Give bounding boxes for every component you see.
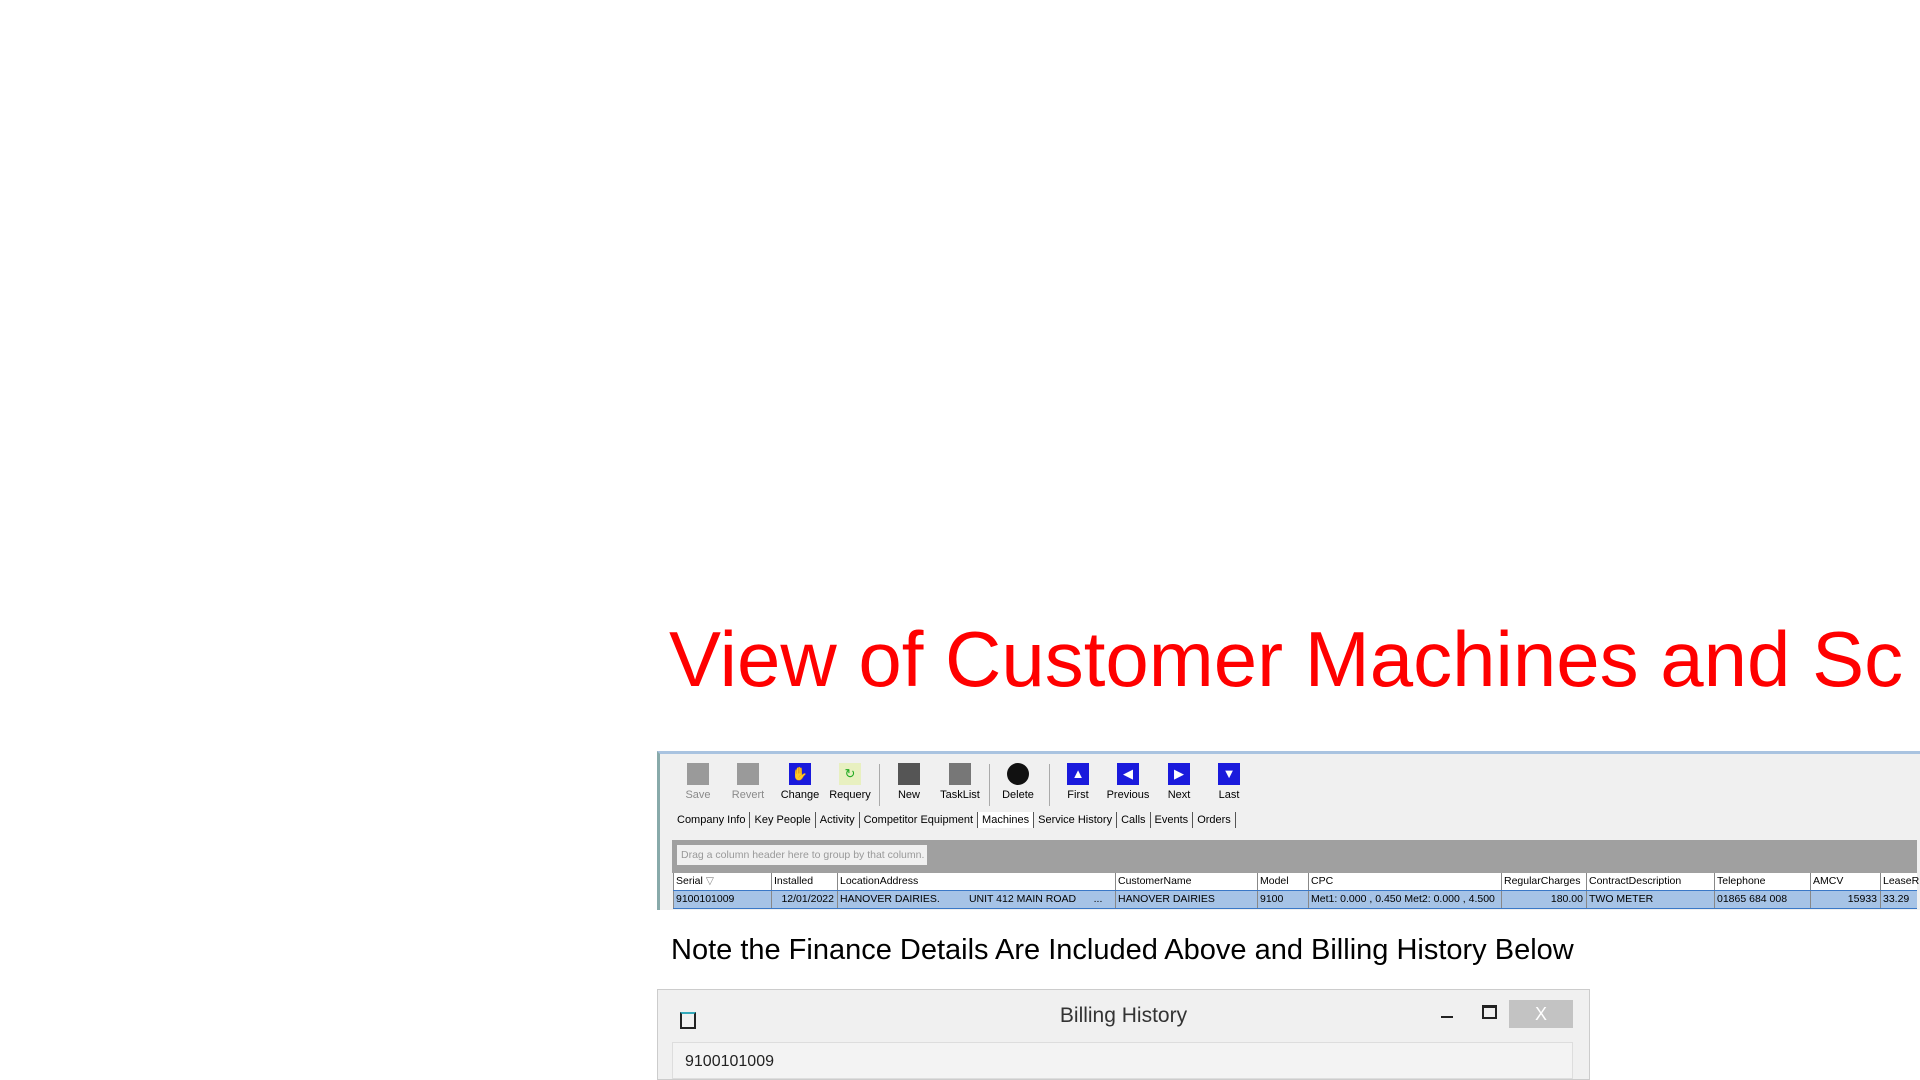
customer-window: Save Revert ✋ Change ↻ Requery New TaskList Dele… (657, 751, 1920, 910)
column-header-leaser[interactable]: LeaseR (1880, 873, 1920, 890)
billing-history-window: Billing History X 9100101009 (657, 989, 1590, 1080)
column-header-contractdescription[interactable]: ContractDescription (1586, 873, 1714, 890)
button-label: Last (1218, 789, 1240, 801)
button-label: First (1067, 789, 1089, 801)
first-button[interactable]: ▲ First (1050, 763, 1106, 801)
toolbar-separator (1049, 764, 1050, 806)
save-button[interactable]: Save (670, 763, 726, 801)
column-header-cpc[interactable]: CPC (1308, 873, 1501, 890)
column-header-regularcharges[interactable]: RegularCharges (1501, 873, 1586, 890)
column-header-serial[interactable]: Serial ▽ (673, 873, 771, 890)
last-icon: ▼ (1218, 763, 1240, 785)
new-button[interactable]: New (881, 763, 937, 801)
toolbar-separator (989, 764, 990, 806)
tab-calls[interactable]: Calls (1117, 812, 1151, 828)
refresh-icon: ↻ (839, 763, 861, 785)
close-button[interactable]: X (1509, 1000, 1573, 1028)
column-header-label: Model (1260, 875, 1289, 887)
last-button[interactable]: ▼ Last (1201, 763, 1257, 801)
column-header-label: LeaseR (1883, 875, 1920, 887)
save-icon (687, 763, 709, 785)
column-header-label: ContractDescription (1589, 875, 1682, 887)
column-header-amcv[interactable]: AMCV (1810, 873, 1880, 890)
cell-locationaddress[interactable]: HANOVER DAIRIES. UNIT 412 MAIN ROAD ... (837, 891, 1115, 908)
delete-icon (1007, 763, 1029, 785)
button-label: Delete (1002, 789, 1034, 801)
table-row[interactable]: 9100101009 12/01/2022 HANOVER DAIRIES. UNI… (673, 890, 1917, 909)
cell-telephone[interactable]: 01865 684 008 (1714, 891, 1810, 908)
column-header-label: CPC (1311, 875, 1334, 887)
cell-model[interactable]: 9100 (1257, 891, 1308, 908)
tab-service-history[interactable]: Service History (1034, 812, 1118, 828)
grid-header: Serial ▽ Installed LocationAddress CustomerN… (673, 873, 1920, 890)
delete-button[interactable]: Delete (990, 763, 1046, 801)
column-header-locationaddress[interactable]: LocationAddress (837, 873, 1115, 890)
cell-installed[interactable]: 12/01/2022 (771, 891, 837, 908)
column-header-label: CustomerName (1118, 875, 1192, 887)
column-header-label: Telephone (1717, 875, 1766, 887)
group-by-panel: Drag a column header here to group by th… (672, 840, 1917, 873)
tab-strip: Company Info Key People Activity Competitor… (673, 812, 1236, 828)
next-button[interactable]: ▶ Next (1151, 763, 1207, 801)
column-header-label: LocationAddress (840, 875, 919, 887)
change-button[interactable]: ✋ Change (772, 763, 828, 801)
tasklist-icon (949, 763, 971, 785)
button-label: Save (685, 789, 711, 801)
slide-note: Note the Finance Details Are Included Ab… (671, 934, 1574, 966)
cell-contractdescription[interactable]: TWO METER (1586, 891, 1714, 908)
button-label: Next (1167, 789, 1191, 801)
button-label: Requery (829, 789, 871, 801)
tab-orders[interactable]: Orders (1193, 812, 1236, 828)
tasklist-button[interactable]: TaskList (932, 763, 988, 801)
toolbar-separator (879, 764, 880, 806)
button-label: Revert (731, 789, 765, 801)
tab-key-people[interactable]: Key People (750, 812, 816, 828)
column-header-label: Serial (676, 875, 703, 887)
serial-number: 9100101009 (685, 1053, 774, 1070)
cell-cpc[interactable]: Met1: 0.000 , 0.450 Met2: 0.000 , 4.500 (1308, 891, 1501, 908)
tab-company-info[interactable]: Company Info (673, 812, 751, 828)
column-header-telephone[interactable]: Telephone (1714, 873, 1810, 890)
button-label: Previous (1106, 789, 1150, 801)
tab-activity[interactable]: Activity (816, 812, 860, 828)
button-label: New (897, 789, 920, 801)
slide-title: View of Customer Machines and Sc (669, 615, 1904, 703)
tab-events[interactable]: Events (1151, 812, 1194, 828)
first-icon: ▲ (1067, 763, 1089, 785)
new-icon (898, 763, 920, 785)
hand-icon: ✋ (789, 763, 811, 785)
tab-competitor-equipment[interactable]: Competitor Equipment (860, 812, 979, 828)
previous-icon: ◀ (1117, 763, 1139, 785)
cell-leaser[interactable]: 33.29 (1880, 891, 1917, 908)
column-header-label: AMCV (1813, 875, 1844, 887)
cell-amcv[interactable]: 15933 (1810, 891, 1880, 908)
minimize-button[interactable] (1441, 1016, 1453, 1018)
revert-icon (737, 763, 759, 785)
maximize-button[interactable] (1482, 1005, 1497, 1019)
column-header-customername[interactable]: CustomerName (1115, 873, 1257, 890)
tab-machines[interactable]: Machines (978, 812, 1035, 828)
column-header-installed[interactable]: Installed (771, 873, 837, 890)
column-header-model[interactable]: Model (1257, 873, 1308, 890)
previous-button[interactable]: ◀ Previous (1100, 763, 1156, 801)
cell-serial[interactable]: 9100101009 (673, 891, 771, 908)
sort-indicator-icon: ▽ (705, 875, 714, 887)
revert-button[interactable]: Revert (720, 763, 776, 801)
button-label: Change (780, 789, 820, 801)
next-icon: ▶ (1168, 763, 1190, 785)
billing-body: 9100101009 (672, 1042, 1573, 1079)
cell-regularcharges[interactable]: 180.00 (1501, 891, 1586, 908)
cell-customername[interactable]: HANOVER DAIRIES (1115, 891, 1257, 908)
group-by-hint[interactable]: Drag a column header here to group by th… (677, 845, 927, 865)
column-header-label: Installed (774, 875, 814, 887)
requery-button[interactable]: ↻ Requery (822, 763, 878, 801)
button-label: TaskList (940, 789, 980, 801)
column-header-label: RegularCharges (1504, 875, 1581, 887)
